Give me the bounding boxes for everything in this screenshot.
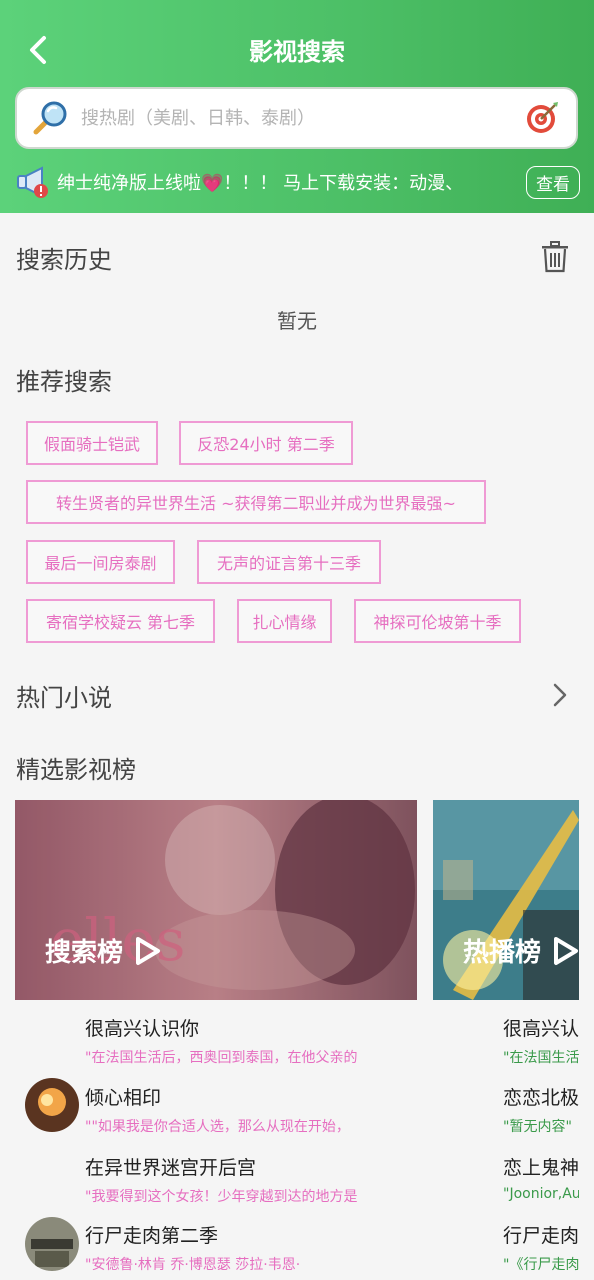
item-desc: "我要得到这个女孩！少年穿越到达的地方是 — [85, 1189, 358, 1205]
search-icon — [27, 95, 73, 141]
megaphone-icon — [17, 166, 48, 198]
recommend-tag[interactable]: 扎心情缘 — [237, 599, 332, 643]
recommend-tag[interactable]: 神探可伦坡第十季 — [354, 599, 521, 643]
recommend-tag[interactable]: 最后一间房泰剧 — [26, 540, 175, 584]
target-icon[interactable] — [520, 96, 564, 140]
notice-bar: 绅士纯净版上线啦💗！！！ 马上下载安装：动漫、 查看 — [15, 163, 580, 201]
hot-list-item[interactable]: 恋上鬼神 "Joonior,Au — [503, 1153, 579, 1202]
poster-image — [433, 800, 579, 1000]
recommend-tag[interactable]: 寄宿学校疑云 第七季 — [26, 599, 215, 643]
item-title: 在异世界迷宫开后宫 — [85, 1157, 257, 1179]
recommend-tag[interactable]: 反恐24小时 第二季 — [179, 421, 353, 465]
rankings-title: 精选影视榜 — [16, 756, 136, 784]
play-icon — [136, 936, 161, 965]
item-title: 行尸走肉第二季 — [85, 1225, 219, 1247]
item-desc: "Joonior,Au — [503, 1186, 579, 1202]
search-list-item[interactable]: 在异世界迷宫开后宫 "我要得到这个女孩！少年穿越到达的地方是 — [85, 1153, 385, 1206]
page-title: 影视搜索 — [249, 38, 345, 66]
item-title: 恋上鬼神 — [503, 1157, 579, 1179]
item-title: 很高兴认识你 — [85, 1018, 200, 1040]
item-desc: "暂无内容" — [503, 1119, 572, 1135]
card-label-text: 热播榜 — [463, 938, 542, 968]
recommend-tag[interactable]: 转生贤者的异世界生活 ~获得第二职业并成为世界最强~ — [26, 480, 486, 524]
item-desc: "在法国生活 — [503, 1050, 579, 1066]
search-list-item[interactable]: 倾心相印 ""如果我是你合适人选，那么从现在开始， — [85, 1083, 385, 1136]
hot-list-item[interactable]: 行尸走肉 "《行尸走肉 — [503, 1221, 579, 1274]
play-icon — [554, 936, 578, 965]
search-list-item[interactable]: 很高兴认识你 "在法国生活后，西奥回到泰国，在他父亲的 — [85, 1014, 385, 1067]
history-empty-text: 暂无 — [277, 309, 317, 333]
recommend-title: 推荐搜索 — [16, 368, 112, 396]
header: 影视搜索 绅 — [0, 0, 594, 213]
trash-icon[interactable] — [540, 241, 570, 273]
hot-list-item[interactable]: 恋恋北极 "暂无内容" — [503, 1083, 579, 1136]
search-ranking-card[interactable]: elles 搜索榜 — [15, 800, 417, 1000]
item-desc: "《行尸走肉 — [503, 1257, 579, 1273]
search-input[interactable] — [81, 107, 520, 129]
item-title: 恋恋北极 — [503, 1087, 579, 1109]
thumbnail — [25, 1217, 79, 1271]
item-title: 倾心相印 — [85, 1087, 162, 1109]
item-desc: "安德鲁·林肯 乔·博恩瑟 莎拉·韦恩· — [85, 1257, 301, 1273]
item-title: 行尸走肉 — [503, 1225, 579, 1247]
hot-list-item[interactable]: 很高兴认 "在法国生活 — [503, 1014, 579, 1067]
card-label-text: 搜索榜 — [45, 938, 124, 968]
search-bar[interactable] — [15, 87, 578, 149]
poster-image: elles — [15, 800, 417, 1000]
card-label: 搜索榜 — [45, 932, 161, 969]
item-desc: "在法国生活后，西奥回到泰国，在他父亲的 — [85, 1050, 358, 1066]
search-list-item[interactable]: 行尸走肉第二季 "安德鲁·林肯 乔·博恩瑟 莎拉·韦恩· — [85, 1221, 385, 1274]
history-title: 搜索历史 — [16, 246, 112, 274]
view-button[interactable]: 查看 — [526, 165, 580, 199]
chevron-right-icon[interactable] — [550, 680, 570, 710]
item-title: 很高兴认 — [503, 1018, 579, 1040]
item-desc: ""如果我是你合适人选，那么从现在开始， — [85, 1119, 350, 1135]
card-label: 热播榜 — [463, 932, 579, 969]
novels-title[interactable]: 热门小说 — [16, 678, 112, 713]
notice-text: 绅士纯净版上线啦💗！！！ 马上下载安装：动漫、 — [57, 173, 464, 194]
recommend-tag[interactable]: 无声的证言第十三季 — [197, 540, 381, 584]
hot-ranking-card[interactable]: 热播榜 — [433, 800, 579, 1000]
thumbnail — [25, 1078, 79, 1132]
recommend-tag[interactable]: 假面骑士铠武 — [26, 421, 158, 465]
